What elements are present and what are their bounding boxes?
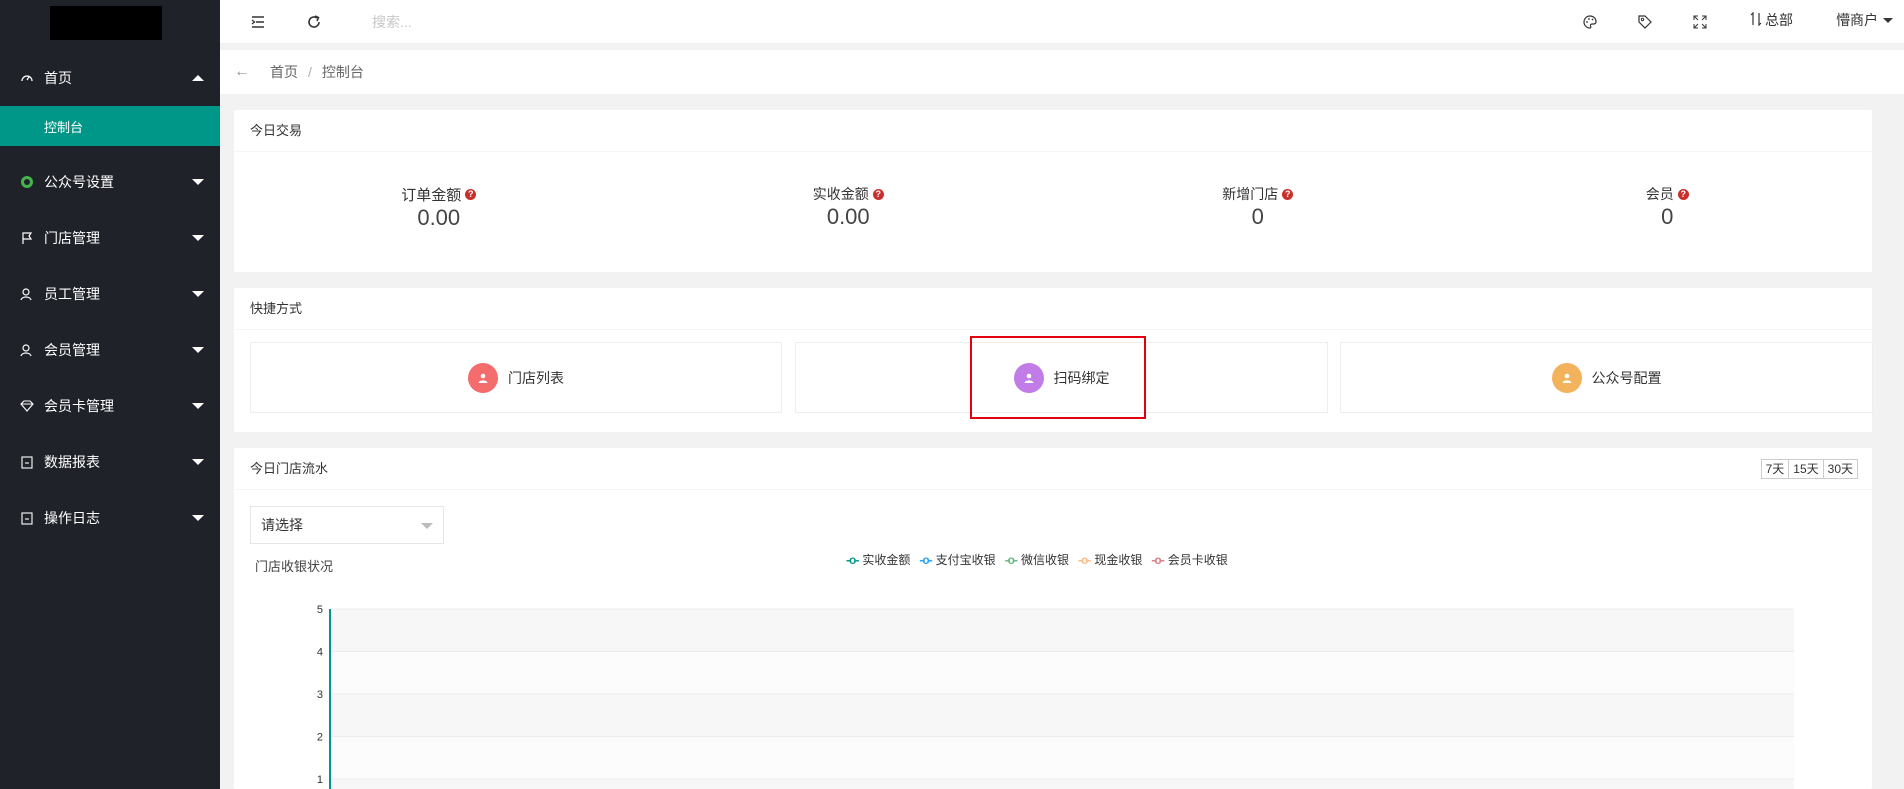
refresh-icon[interactable]: [304, 12, 324, 32]
logo: [50, 6, 162, 40]
breadcrumb-current: 控制台: [321, 64, 364, 80]
stat-value: 0: [1661, 204, 1674, 229]
grid-band: [330, 651, 1794, 694]
today-stats: 订单金额? 0.00 实收金额? 0.00 新增门店? 0 会员? 0: [234, 152, 1872, 272]
user-icon: [20, 287, 34, 301]
top-header: 搜索... 总部 懵商户: [220, 0, 1904, 44]
clipboard-icon: [20, 511, 34, 525]
stat-label: 实收金额: [812, 186, 869, 202]
user-name: 懵商户: [1836, 12, 1878, 28]
shortcut-store-list[interactable]: 门店列表: [250, 342, 782, 413]
chevron-down-icon: [192, 235, 204, 241]
gauge-icon: [20, 71, 34, 85]
highlight-box: [970, 336, 1146, 419]
stat-members: 会员? 0: [1463, 152, 1873, 272]
user-menu[interactable]: 懵商户: [1836, 10, 1893, 30]
shortcut-label: 公众号配置: [1591, 369, 1662, 386]
sidebar-item-member-card-management[interactable]: 会员卡管理: [0, 378, 220, 434]
stat-received-amount: 实收金额? 0.00: [644, 152, 1054, 272]
y-tick-label: 2: [317, 732, 323, 744]
sidebar-item-label: 门店管理: [44, 230, 100, 246]
shortcut-wechat-config[interactable]: 公众号配置: [1340, 342, 1873, 413]
chevron-up-icon: [192, 75, 204, 81]
stat-value: 0.00: [826, 204, 870, 229]
back-arrow-icon[interactable]: ←: [234, 63, 250, 81]
sidebar-item-label: 会员卡管理: [44, 398, 114, 414]
flow-card: 今日门店流水 7天 15天 30天 请选择 门店收银状况 -o- 实收金额 -o- 支…: [234, 448, 1872, 789]
branch-label: 总部: [1765, 12, 1793, 28]
shortcut-label: 门店列表: [508, 369, 564, 386]
chevron-down-icon: [192, 291, 204, 297]
grid-band: [330, 694, 1794, 737]
sidebar-nav: 首页 控制台 公众号设置 门店管理 员工管理 会员管理 会员卡管理 数据报表 操…: [0, 50, 220, 546]
switch-icon: [1750, 11, 1762, 29]
diamond-icon: [20, 399, 34, 413]
palette-icon[interactable]: [1580, 12, 1600, 32]
flag-icon: [20, 231, 34, 245]
sidebar-item-label: 数据报表: [44, 454, 100, 470]
stat-value: 0.00: [417, 204, 461, 230]
branch-switch[interactable]: 总部: [1750, 10, 1793, 30]
stat-value: 0: [1251, 204, 1264, 229]
line-chart: 5 4 3 2 1: [317, 604, 1794, 789]
chevron-down-icon: [192, 515, 204, 521]
chevron-down-icon: [192, 459, 204, 465]
clipboard-icon: [20, 455, 34, 469]
sidebar-item-home[interactable]: 首页: [0, 50, 220, 106]
help-icon[interactable]: ?: [1677, 188, 1689, 200]
stat-order-amount: 订单金额? 0.00: [234, 152, 644, 272]
search-input[interactable]: 搜索...: [372, 12, 412, 32]
breadcrumb-separator: /: [308, 64, 312, 80]
help-icon[interactable]: ?: [465, 188, 477, 200]
breadcrumb: ← 首页 / 控制台: [220, 50, 1904, 94]
y-tick-label: 1: [317, 774, 323, 786]
sidebar-item-label: 首页: [44, 70, 72, 86]
grid-band: [330, 609, 1794, 652]
menu-collapse-icon[interactable]: [248, 12, 268, 32]
shortcuts-card-title: 快捷方式: [234, 288, 1872, 330]
sidebar-item-label: 公众号设置: [44, 174, 114, 190]
today-card-title: 今日交易: [234, 110, 1872, 152]
sidebar-subitem-console[interactable]: 控制台: [0, 106, 220, 146]
wechat-icon: [20, 175, 34, 189]
sidebar-item-staff-management[interactable]: 员工管理: [0, 266, 220, 322]
sidebar-item-store-management[interactable]: 门店管理: [0, 210, 220, 266]
tag-icon[interactable]: [1635, 12, 1655, 32]
sidebar-item-label: 员工管理: [44, 286, 100, 302]
sidebar: 首页 控制台 公众号设置 门店管理 员工管理 会员管理 会员卡管理 数据报表 操…: [0, 0, 220, 789]
chevron-down-icon: [1883, 17, 1893, 23]
sidebar-item-member-management[interactable]: 会员管理: [0, 322, 220, 378]
chevron-down-icon: [192, 347, 204, 353]
grid-band: [330, 779, 1794, 789]
grid-band: [330, 736, 1794, 779]
stat-new-stores: 新增门店? 0: [1053, 152, 1463, 272]
stat-label: 新增门店: [1222, 186, 1279, 202]
sidebar-item-operation-log[interactable]: 操作日志: [0, 490, 220, 546]
breadcrumb-home[interactable]: 首页: [270, 62, 298, 82]
user-avatar-icon: [468, 362, 498, 393]
chevron-down-icon: [192, 179, 204, 185]
stat-label: 会员: [1645, 186, 1674, 202]
fullscreen-icon[interactable]: [1690, 12, 1710, 32]
help-icon[interactable]: ?: [872, 188, 884, 200]
user-icon: [20, 343, 34, 357]
user-avatar-icon: [1551, 362, 1582, 393]
sidebar-item-label: 操作日志: [44, 510, 100, 526]
y-tick-label: 5: [317, 604, 323, 616]
sidebar-item-data-reports[interactable]: 数据报表: [0, 434, 220, 490]
y-tick-label: 3: [317, 689, 323, 701]
sidebar-item-label: 会员管理: [44, 342, 100, 358]
y-tick-label: 4: [317, 647, 323, 659]
sidebar-item-wechat-settings[interactable]: 公众号设置: [0, 154, 220, 210]
today-card: 今日交易 订单金额? 0.00 实收金额? 0.00 新增门店? 0 会员? 0: [234, 110, 1872, 272]
help-icon[interactable]: ?: [1282, 188, 1294, 200]
chevron-down-icon: [192, 403, 204, 409]
stat-label: 订单金额: [401, 186, 462, 204]
